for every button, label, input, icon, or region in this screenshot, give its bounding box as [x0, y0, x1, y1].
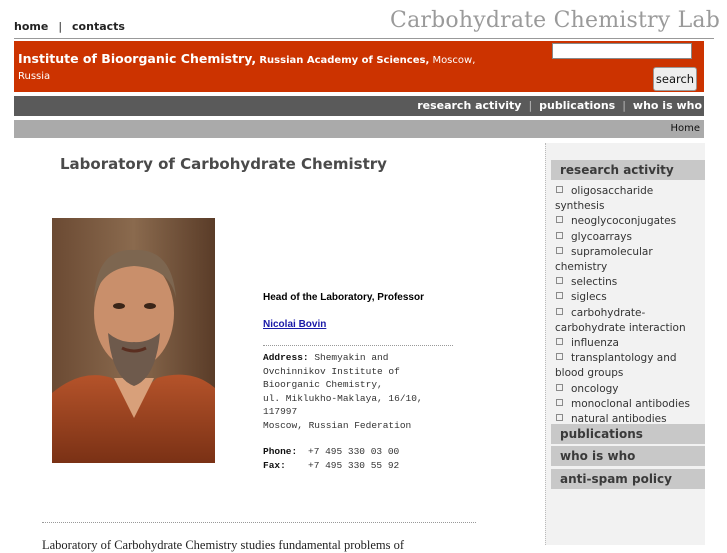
nav-separator: | [622, 99, 626, 112]
contacts-link[interactable]: contacts [72, 20, 125, 33]
search-input[interactable] [552, 43, 692, 59]
sidebar-item-carbohydrate-interaction[interactable]: carbohydrate-carbohydrate interaction [555, 306, 703, 336]
sidebar-item-label: transplantology and blood groups [555, 352, 677, 380]
address-line: Shemyakin and [314, 352, 389, 363]
bullet-box-icon [556, 231, 563, 239]
sidebar-item-transplantology[interactable]: transplantology and blood groups [555, 351, 703, 381]
sidebar-heading-anti-spam-policy[interactable]: anti-spam policy [551, 469, 705, 489]
research-topics-list: oligosaccharide synthesis neoglycoconjug… [555, 184, 703, 427]
sidebar-item-label: glycoarrays [571, 230, 632, 243]
bullet-box-icon [556, 353, 563, 361]
bullet-box-icon [556, 186, 563, 193]
phone-label: Phone: [263, 446, 298, 457]
breadcrumb: Home [14, 120, 704, 138]
address-label: Address: [263, 352, 309, 363]
sidebar: research activity oligosaccharide synthe… [545, 143, 705, 545]
bullet-box-icon [556, 277, 563, 285]
address-line: Ovchinnikov Institute of [263, 365, 400, 377]
top-nav: home | contacts [14, 20, 125, 33]
nav-separator: | [58, 20, 63, 33]
address-line: Bioorganic Chemistry, [263, 379, 383, 391]
portrait-image [52, 218, 215, 463]
search-button[interactable]: search [653, 67, 697, 91]
institute-name: Institute of Bioorganic Chemistry, [18, 51, 257, 66]
bullet-box-icon [556, 414, 563, 422]
sidebar-item-monoclonal-antibodies[interactable]: monoclonal antibodies [555, 397, 703, 412]
bullet-box-icon [556, 338, 563, 346]
main-nav: research activity | publications | who is wh… [14, 96, 704, 116]
bullet-box-icon [556, 307, 563, 315]
content-divider [42, 522, 476, 523]
header-divider [14, 38, 714, 39]
contact-divider [263, 345, 453, 346]
bullet-box-icon [556, 246, 563, 254]
sidebar-heading-who-is-who[interactable]: who is who [551, 446, 705, 466]
sidebar-item-selectins[interactable]: selectins [555, 275, 703, 290]
sidebar-item-label: monoclonal antibodies [571, 397, 690, 410]
bullet-box-icon [556, 398, 563, 406]
sidebar-item-label: oligosaccharide synthesis [555, 185, 654, 213]
address-block: Address: Shemyakin and Ovchinnikov Insti… [263, 351, 463, 433]
head-title: Head of the Laboratory, Professor [263, 292, 424, 303]
home-link[interactable]: home [14, 20, 48, 33]
site-title: Carbohydrate Chemistry Lab [390, 8, 720, 33]
sidebar-item-glycoarrays[interactable]: glycoarrays [555, 230, 703, 245]
sidebar-heading-research-activity[interactable]: research activity [551, 160, 705, 180]
sidebar-item-label: siglecs [571, 291, 607, 304]
intro-paragraph: Laboratory of Carbohydrate Chemistry stu… [42, 538, 405, 552]
page-title: Laboratory of Carbohydrate Chemistry [60, 155, 387, 173]
sidebar-item-oncology[interactable]: oncology [555, 382, 703, 397]
sidebar-item-label: neoglycoconjugates [571, 215, 677, 228]
fax-label: Fax: [263, 459, 286, 471]
phone-block: Phone: +7 495 330 03 00 Fax: +7 495 330 55… [263, 445, 399, 472]
nav-research-activity[interactable]: research activity [415, 99, 523, 112]
bullet-box-icon [556, 292, 563, 300]
sidebar-item-influenza[interactable]: influenza [555, 336, 703, 351]
sidebar-item-label: selectins [571, 276, 618, 289]
sidebar-heading-publications[interactable]: publications [551, 424, 705, 444]
head-name-link[interactable]: Nicolai Bovin [263, 319, 326, 330]
sidebar-item-supramolecular-chemistry[interactable]: supramolecular chemistry [555, 245, 703, 275]
nav-separator: | [528, 99, 533, 112]
sidebar-item-oligosaccharide-synthesis[interactable]: oligosaccharide synthesis [555, 184, 703, 214]
address-line: Moscow, Russian Federation [263, 419, 412, 431]
institute-info: Institute of Bioorganic Chemistry, Russi… [18, 51, 488, 85]
sidebar-item-label: carbohydrate-carbohydrate interaction [555, 306, 686, 334]
sidebar-item-label: supramolecular chemistry [555, 245, 653, 274]
head-portrait-photo [52, 218, 215, 463]
sidebar-item-label: influenza [571, 337, 619, 350]
academy-name: Russian Academy of Sciences, [259, 55, 430, 66]
address-line: ul. Miklukho-Maklaya, 16/10, [263, 392, 423, 404]
sidebar-item-neoglycoconjugates[interactable]: neoglycoconjugates [555, 214, 703, 229]
sidebar-item-label: oncology [571, 382, 619, 395]
nav-who-is-who[interactable]: who is who [631, 99, 704, 112]
sidebar-item-siglecs[interactable]: siglecs [555, 290, 703, 305]
institute-banner: Institute of Bioorganic Chemistry, Russi… [14, 41, 704, 92]
fax-number: +7 495 330 55 92 [308, 459, 400, 471]
phone-number: +7 495 330 03 00 [308, 446, 400, 457]
breadcrumb-home[interactable]: Home [670, 123, 704, 134]
address-line: 117997 [263, 406, 298, 418]
bullet-box-icon [556, 383, 563, 391]
nav-publications[interactable]: publications [537, 99, 617, 112]
bullet-box-icon [556, 216, 563, 224]
